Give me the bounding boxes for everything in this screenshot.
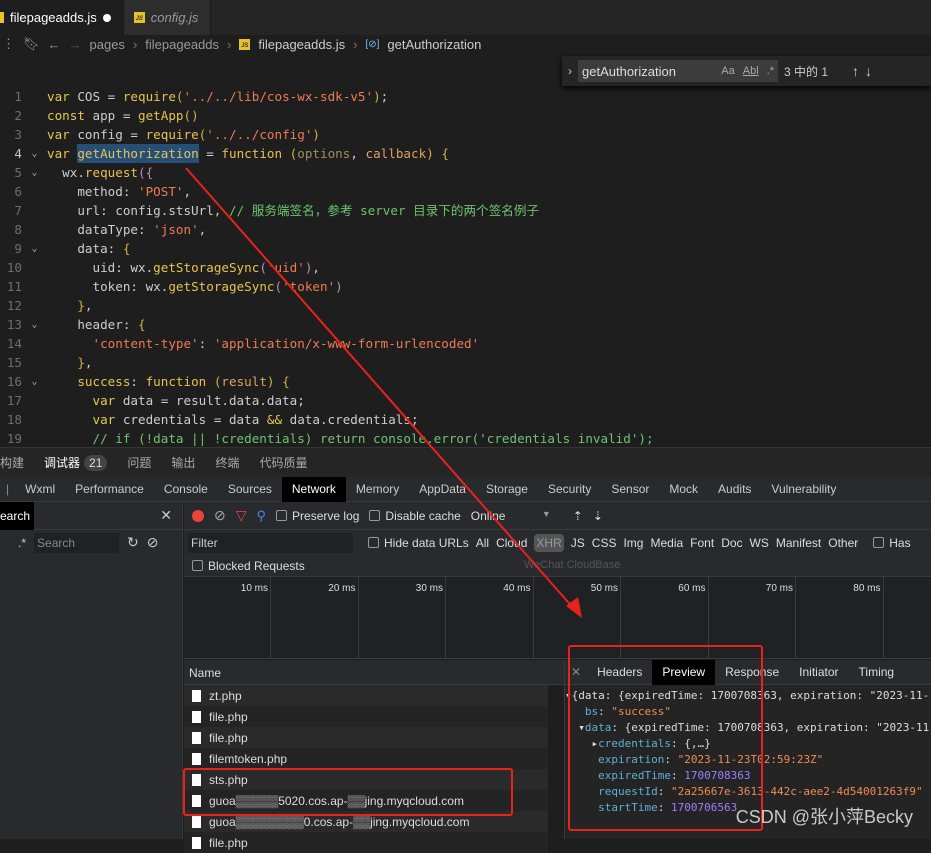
arrow-head (566, 597, 582, 618)
annotation-arrow (185, 167, 582, 618)
watermark: CSDN @张小萍Becky (735, 807, 913, 827)
arrow-line (185, 167, 576, 611)
highlight-box-preview (568, 645, 763, 831)
highlight-box-requests (183, 768, 513, 816)
